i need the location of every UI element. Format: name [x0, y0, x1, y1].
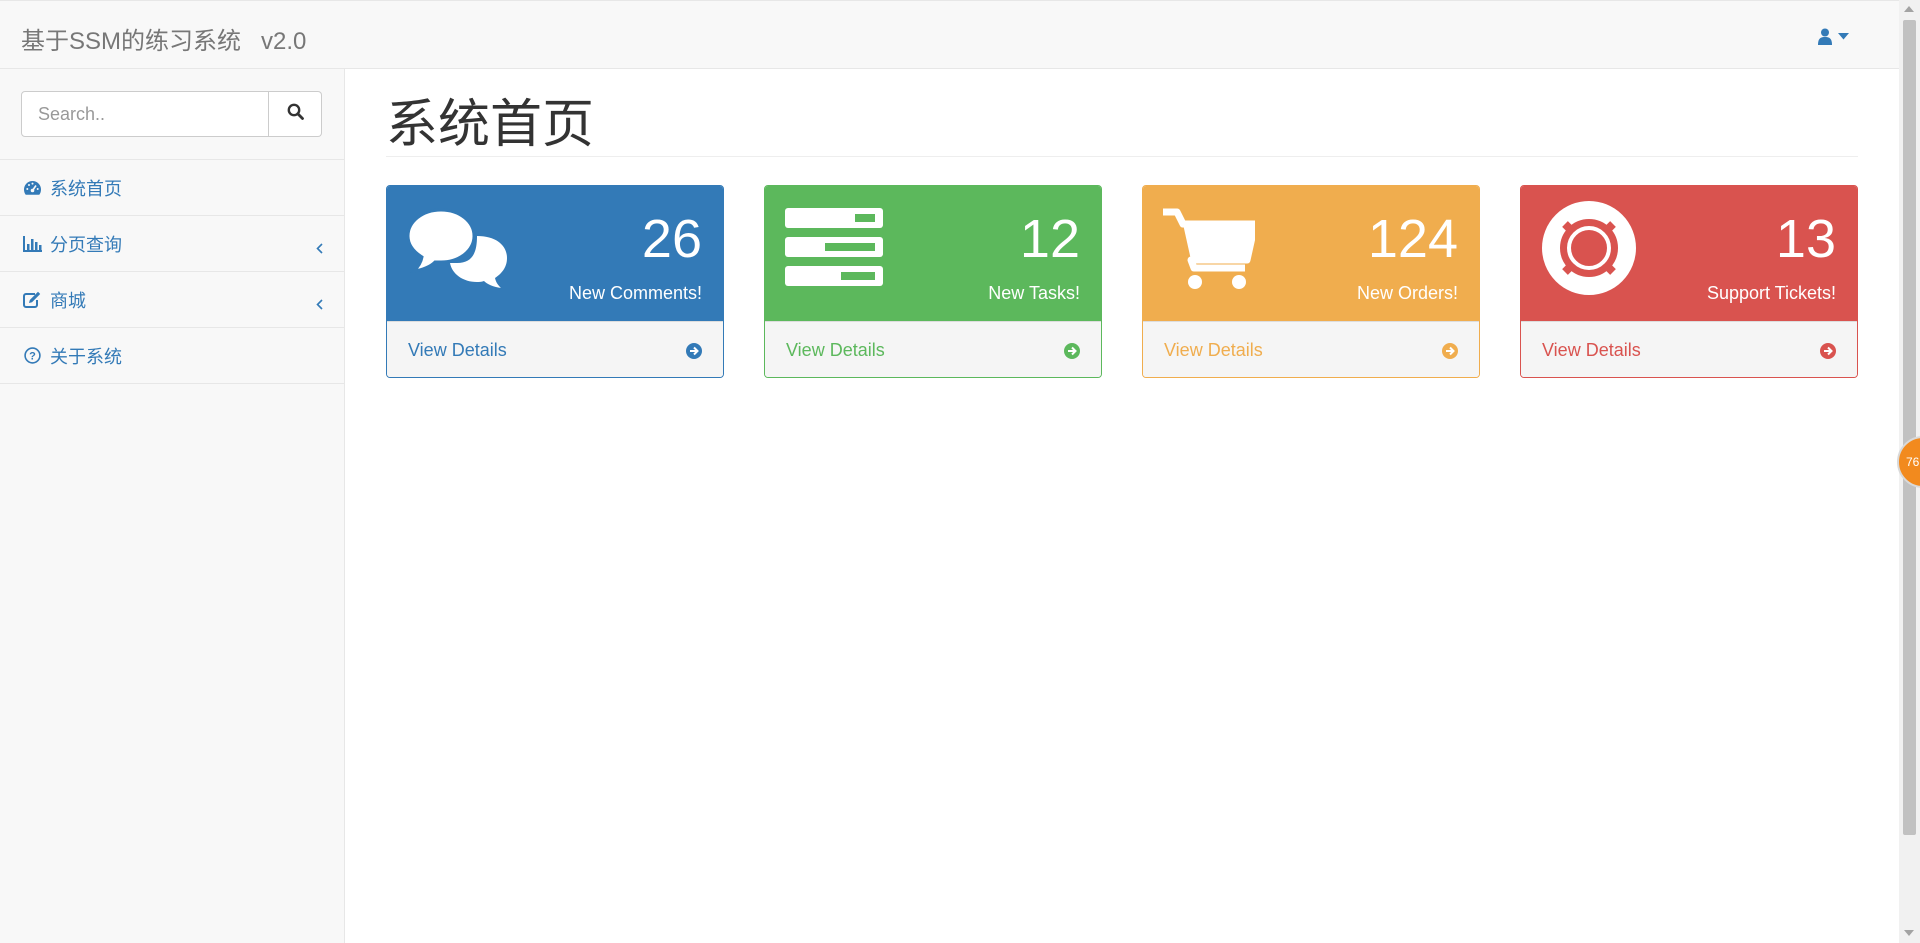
brand[interactable]: 基于SSM的练习系统 v2.0 — [21, 21, 306, 56]
brand-title[interactable]: 基于SSM的练习系统 — [21, 28, 241, 55]
life-ring-icon — [1541, 201, 1637, 301]
comments-view-details[interactable]: View Details — [387, 321, 723, 377]
orders-caption: New Orders! — [1356, 283, 1458, 303]
chevron-left-icon — [316, 294, 323, 315]
question-circle-icon: ? — [22, 346, 42, 366]
comments-icon — [406, 208, 507, 293]
sidebar-item-home[interactable]: 系统首页 — [0, 160, 344, 216]
sidebar-item-label: 系统首页 — [50, 178, 122, 199]
scroll-up-arrow-icon[interactable] — [1904, 6, 1914, 12]
dashboard-icon — [22, 178, 42, 198]
sidebar-item-label: 关于系统 — [50, 346, 122, 367]
comments-count: 26 — [641, 209, 702, 269]
support-tickets-view-details[interactable]: View Details — [1521, 321, 1857, 377]
support-tickets-panel: 13 Support Tickets! View Details — [1520, 185, 1858, 378]
brand-version: v2.0 — [261, 28, 307, 55]
tasks-view-details[interactable]: View Details — [765, 321, 1101, 377]
orders-panel: 124 New Orders! View Details — [1142, 185, 1480, 378]
search-icon — [287, 103, 304, 125]
chevron-left-icon — [316, 238, 323, 259]
sidebar-item-pagination-query[interactable]: 分页查询 — [0, 216, 344, 272]
view-details-link[interactable]: View Details — [786, 340, 885, 361]
arrow-circle-right-icon — [1064, 343, 1080, 364]
panel-heading: 13 Support Tickets! — [1521, 186, 1857, 321]
page-title: 系统首页 — [386, 96, 595, 154]
shopping-cart-icon — [1163, 208, 1259, 295]
orders-count: 124 — [1367, 209, 1458, 269]
tasks-caption: New Tasks! — [988, 283, 1080, 303]
panel-heading: 124 New Orders! — [1143, 186, 1479, 321]
comments-panel: 26 New Comments! View Details — [386, 185, 724, 378]
sidebar: 系统首页 分页查询 商城 ? 关于系统 — [0, 69, 345, 943]
scrollbar-thumb[interactable] — [1903, 20, 1916, 835]
svg-text:?: ? — [29, 351, 36, 363]
arrow-circle-right-icon — [686, 343, 702, 364]
support-tickets-count: 13 — [1775, 209, 1836, 269]
view-details-link[interactable]: View Details — [1542, 340, 1641, 361]
view-details-link[interactable]: View Details — [1164, 340, 1263, 361]
tasks-icon — [785, 208, 883, 291]
orders-view-details[interactable]: View Details — [1143, 321, 1479, 377]
arrow-circle-right-icon — [1820, 343, 1836, 364]
sidebar-search — [21, 91, 322, 137]
caret-down-icon — [1838, 32, 1849, 40]
sidebar-item-about[interactable]: ? 关于系统 — [0, 328, 344, 384]
panel-heading: 12 New Tasks! — [765, 186, 1101, 321]
search-input[interactable] — [21, 91, 269, 137]
sidebar-item-label: 分页查询 — [50, 234, 122, 255]
tasks-count: 12 — [1019, 209, 1080, 269]
edit-icon — [22, 290, 42, 310]
user-menu-toggle[interactable] — [1818, 23, 1864, 49]
top-navbar: 基于SSM的练习系统 v2.0 — [0, 0, 1899, 69]
arrow-circle-right-icon — [1442, 343, 1458, 364]
sidebar-item-shop[interactable]: 商城 — [0, 272, 344, 328]
search-button[interactable] — [269, 91, 322, 137]
title-divider — [386, 156, 1858, 157]
bar-chart-icon — [22, 234, 42, 254]
sidebar-item-label: 商城 — [50, 290, 86, 311]
user-icon — [1818, 28, 1832, 45]
comments-caption: New Comments! — [568, 283, 702, 303]
view-details-link[interactable]: View Details — [408, 340, 507, 361]
sidebar-nav: 系统首页 分页查询 商城 ? 关于系统 — [0, 159, 344, 384]
tasks-panel: 12 New Tasks! View Details — [764, 185, 1102, 378]
panel-heading: 26 New Comments! — [387, 186, 723, 321]
support-tickets-caption: Support Tickets! — [1706, 283, 1836, 303]
scroll-down-arrow-icon[interactable] — [1904, 930, 1914, 936]
